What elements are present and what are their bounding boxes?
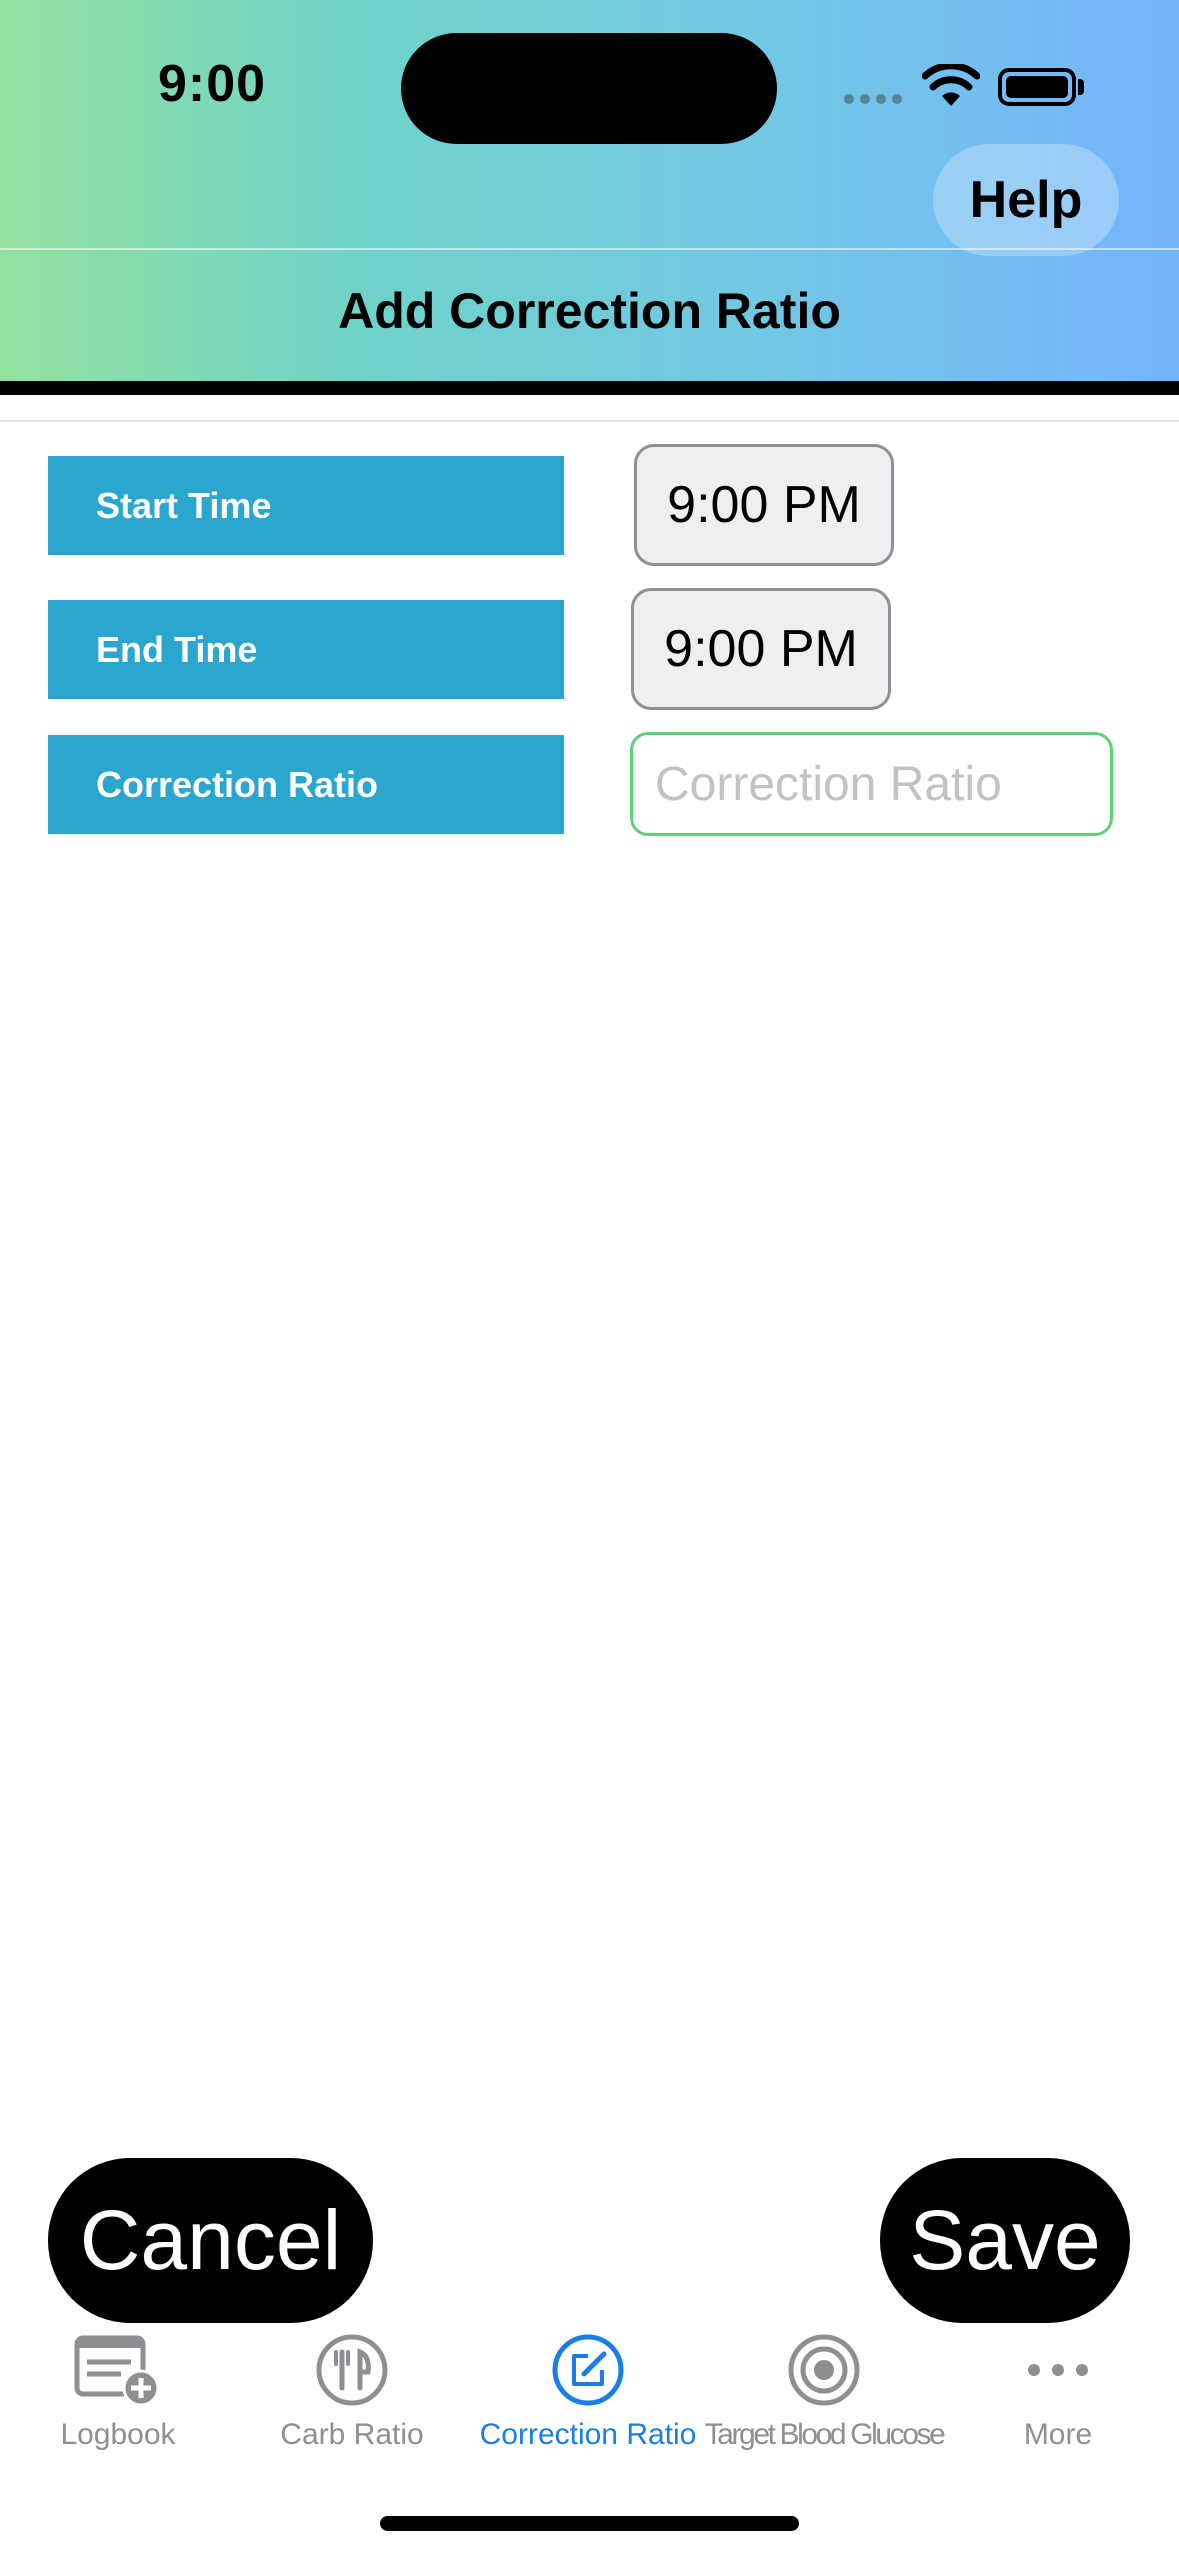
correction-ratio-label: Correction Ratio bbox=[48, 735, 564, 834]
page-title: Add Correction Ratio bbox=[338, 283, 841, 339]
content-divider bbox=[0, 420, 1179, 422]
tab-target-blood-glucose[interactable]: Target Blood Glucose bbox=[704, 2318, 946, 2478]
tab-label: Carb Ratio bbox=[280, 2418, 424, 2451]
target-icon bbox=[788, 2334, 860, 2406]
help-button[interactable]: Help bbox=[933, 144, 1119, 256]
home-indicator bbox=[380, 2516, 799, 2531]
header-bar: 9:00 Help Add Correction Ratio bbox=[0, 0, 1179, 384]
tab-correction-ratio[interactable]: Correction Ratio bbox=[470, 2318, 706, 2478]
correction-ratio-input[interactable] bbox=[630, 732, 1113, 836]
nav-bottom-border bbox=[0, 381, 1179, 395]
fork-knife-icon bbox=[316, 2334, 388, 2406]
tab-label: Logbook bbox=[60, 2418, 176, 2451]
save-button[interactable]: Save bbox=[880, 2158, 1130, 2323]
end-time-picker[interactable]: 9:00 PM bbox=[631, 588, 891, 710]
tab-logbook[interactable]: Logbook bbox=[0, 2318, 236, 2478]
tab-label: Correction Ratio bbox=[479, 2418, 697, 2451]
nav-divider bbox=[0, 248, 1179, 250]
dynamic-island bbox=[401, 33, 777, 144]
tab-label: More bbox=[1023, 2418, 1093, 2451]
cellular-signal-icon bbox=[844, 94, 902, 104]
tab-carb-ratio[interactable]: Carb Ratio bbox=[234, 2318, 470, 2478]
edit-square-icon bbox=[552, 2334, 624, 2406]
more-dots-icon bbox=[1028, 2364, 1088, 2376]
tab-more[interactable]: More bbox=[940, 2318, 1176, 2478]
start-time-picker[interactable]: 9:00 PM bbox=[634, 444, 894, 566]
start-time-label: Start Time bbox=[48, 456, 564, 555]
cancel-button[interactable]: Cancel bbox=[48, 2158, 373, 2323]
logbook-add-icon bbox=[74, 2335, 160, 2407]
battery-icon bbox=[998, 68, 1076, 106]
battery-tip bbox=[1078, 79, 1084, 95]
wifi-icon bbox=[922, 64, 980, 106]
end-time-label: End Time bbox=[48, 600, 564, 699]
status-time: 9:00 bbox=[158, 55, 267, 113]
tab-label: Target Blood Glucose bbox=[704, 2418, 946, 2451]
